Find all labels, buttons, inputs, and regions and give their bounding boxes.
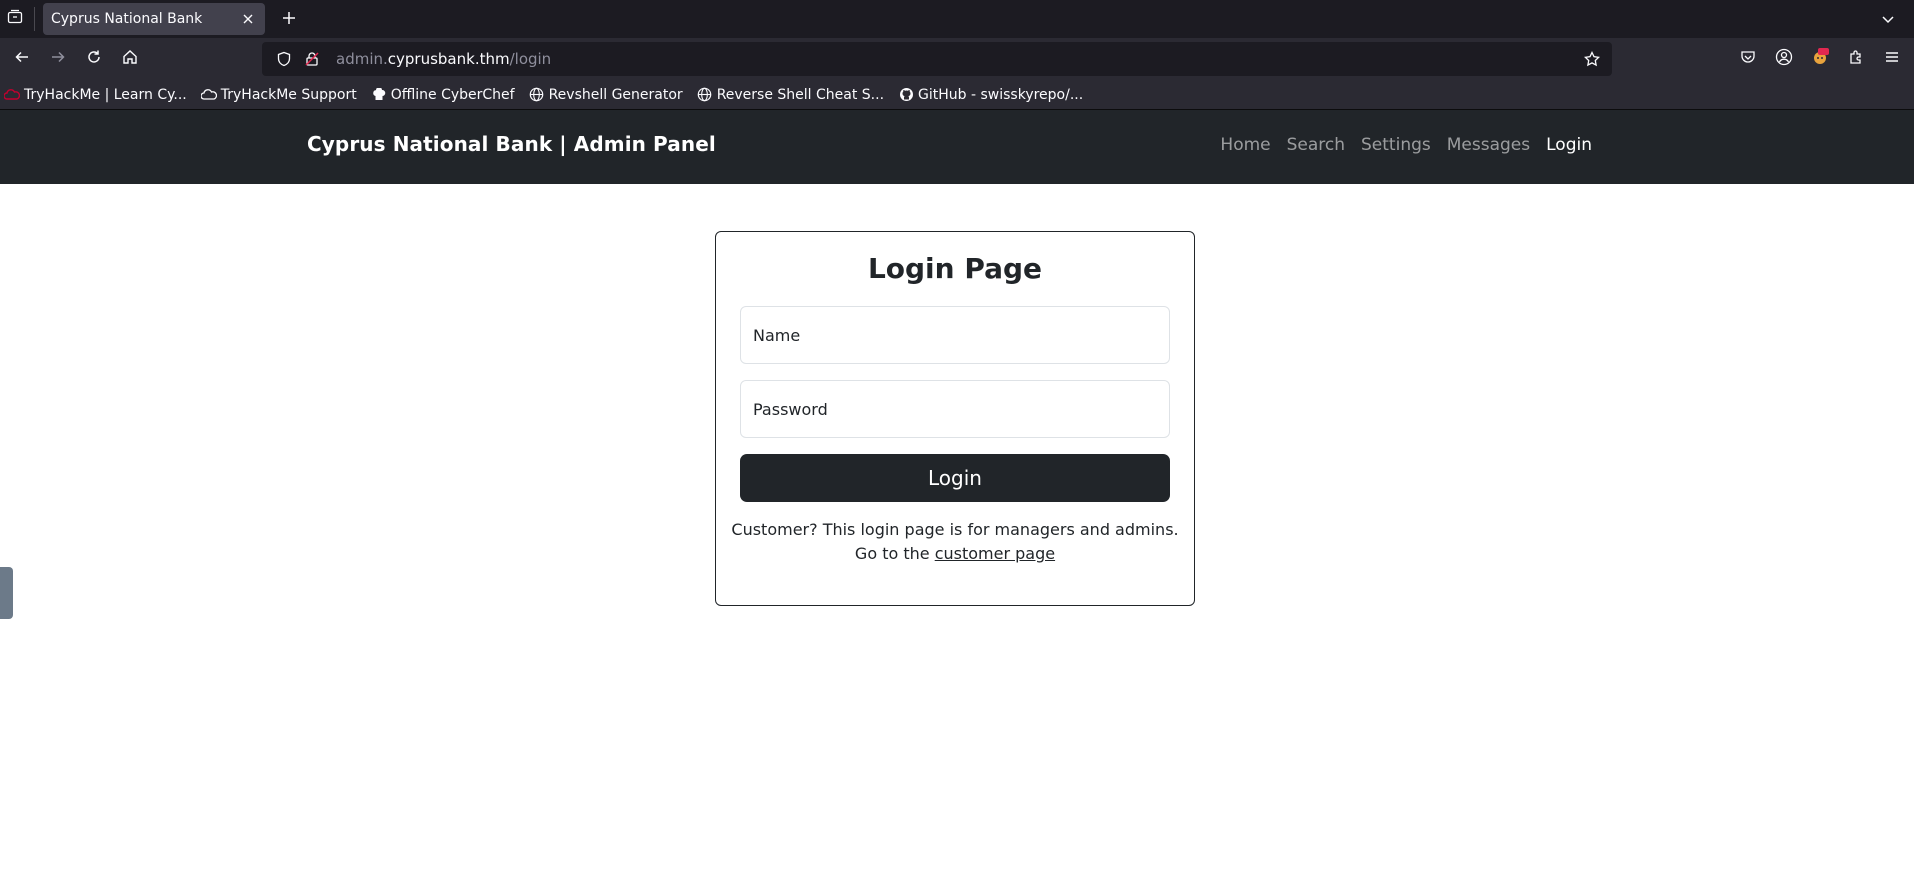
extensions-button[interactable] (1840, 43, 1872, 75)
page-title: Login Page (867, 252, 1043, 285)
bookmark-label: Reverse Shell Cheat S... (716, 86, 885, 103)
bookmarks-toolbar: TryHackMe | Learn Cy... TryHackMe Suppor… (0, 80, 1914, 110)
bookmark-label: TryHackMe Support (220, 86, 357, 103)
bookmark-reverse-shell-cheat-sheet[interactable]: Reverse Shell Cheat S... (697, 87, 884, 103)
forward-button[interactable] (42, 43, 74, 75)
bookmark-label: GitHub - swisskyrepo/... (918, 86, 1084, 103)
bookmark-offline-cyberchef[interactable]: Offline CyberChef (371, 87, 515, 103)
insecure-lock-icon[interactable] (300, 47, 324, 71)
browser-tabbar: Cyprus National Bank (0, 0, 1914, 38)
password-field[interactable] (740, 380, 1170, 438)
bookmark-label: Revshell Generator (548, 86, 683, 103)
app-menu-button[interactable] (1876, 43, 1908, 75)
reload-icon (86, 49, 102, 69)
pocket-button[interactable] (1732, 43, 1764, 75)
customer-note-line1: Customer? This login page is for manager… (731, 520, 1179, 539)
page-content: Login Page Login Customer? This login pa… (0, 184, 1914, 889)
customer-note: Customer? This login page is for manager… (716, 518, 1194, 566)
bookmark-label: Offline CyberChef (390, 86, 515, 103)
tryhackme-icon (4, 87, 20, 103)
url-host: cyprusbank.thm (387, 50, 510, 68)
browser-navbar: admin.cyprusbank.thm/login (0, 38, 1914, 80)
url-bar[interactable]: admin.cyprusbank.thm/login (262, 42, 1612, 76)
nav-link-home[interactable]: Home (1220, 135, 1270, 155)
url-host-prefix: admin. (336, 50, 388, 68)
bookmark-tryhackme-support[interactable]: TryHackMe Support (200, 86, 357, 103)
account-button[interactable] (1768, 43, 1800, 75)
new-tab-button[interactable] (273, 3, 305, 35)
nav-link-settings[interactable]: Settings (1361, 135, 1431, 155)
nav-link-messages[interactable]: Messages (1447, 135, 1530, 155)
customer-note-line2: Go to the customer page (716, 542, 1194, 566)
extension-foxy-button[interactable] (1804, 43, 1836, 75)
arrow-left-icon (14, 49, 30, 69)
tab-list-button[interactable] (0, 0, 30, 38)
name-field[interactable] (740, 306, 1170, 364)
back-button[interactable] (6, 43, 38, 75)
bookmark-label: TryHackMe | Learn Cy... (24, 86, 187, 103)
extension-badge-icon (1810, 47, 1830, 71)
bookmark-star-icon[interactable] (1580, 47, 1604, 71)
puzzle-icon (1848, 49, 1864, 69)
chef-icon (371, 87, 387, 103)
globe-icon (697, 87, 713, 103)
account-icon (1775, 48, 1793, 70)
customer-note-prefix: Go to the (854, 544, 935, 563)
arrow-right-icon (50, 49, 66, 69)
home-icon (122, 49, 138, 69)
bookmark-tryhackme[interactable]: TryHackMe | Learn Cy... (4, 87, 187, 103)
github-icon (898, 87, 914, 103)
home-button[interactable] (114, 43, 146, 75)
name-input[interactable] (753, 325, 1157, 345)
bookmark-github-swisskyrepo[interactable]: GitHub - swisskyrepo/... (898, 87, 1083, 103)
site-nav: Home Search Settings Messages Login (1204, 135, 1592, 155)
browser-tab-active[interactable]: Cyprus National Bank (43, 3, 265, 35)
bookmark-revshell-generator[interactable]: Revshell Generator (529, 87, 683, 103)
hamburger-menu-icon (1884, 49, 1900, 69)
nav-link-login[interactable]: Login (1546, 135, 1592, 155)
site-header: Cyprus National Bank | Admin Panel Home … (0, 110, 1914, 184)
globe-icon (529, 87, 545, 103)
site-brand[interactable]: Cyprus National Bank | Admin Panel (307, 132, 716, 156)
login-card: Login Page Login Customer? This login pa… (715, 231, 1195, 606)
cloud-icon (200, 87, 217, 103)
pocket-icon (1740, 49, 1756, 69)
nav-link-search[interactable]: Search (1287, 135, 1345, 155)
tab-separator (34, 7, 35, 31)
url-path: /login (509, 50, 552, 68)
tracking-shield-icon[interactable] (272, 47, 296, 71)
list-all-tabs-chevron-down-icon[interactable] (1872, 3, 1904, 35)
tab-title: Cyprus National Bank (51, 11, 203, 27)
password-input[interactable] (753, 399, 1157, 419)
tab-list-icon (7, 9, 23, 29)
sidebar-drag-handle[interactable] (0, 567, 13, 619)
customer-page-link[interactable]: customer page (935, 544, 1055, 563)
login-button[interactable]: Login (740, 454, 1170, 502)
plus-icon (282, 10, 296, 29)
reload-button[interactable] (78, 43, 110, 75)
url-text: admin.cyprusbank.thm/login (336, 50, 551, 68)
close-tab-icon[interactable] (239, 10, 257, 28)
